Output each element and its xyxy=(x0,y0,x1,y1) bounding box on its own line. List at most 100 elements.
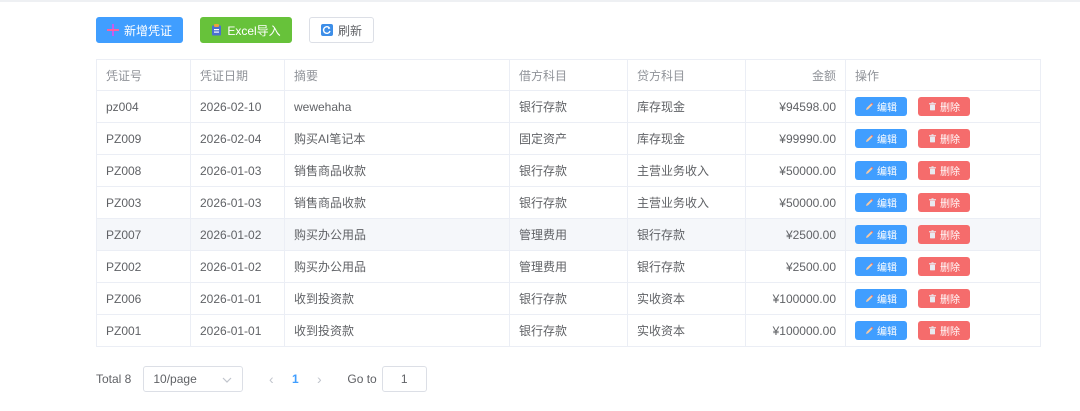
edit-label: 编辑 xyxy=(877,167,897,178)
header-date[interactable]: 凭证日期 xyxy=(190,59,285,91)
header-voucher-no[interactable]: 凭证号 xyxy=(96,59,191,91)
add-voucher-button[interactable]: 新增凭证 xyxy=(96,17,183,43)
cell-date: 2026-01-03 xyxy=(190,154,285,187)
cell-debit-account: 银行存款 xyxy=(509,90,628,123)
excel-import-button[interactable]: Excel导入 xyxy=(200,17,292,43)
cell-voucher-no: pz004 xyxy=(96,90,191,123)
cell-amount: ¥50000.00 xyxy=(745,154,846,187)
cell-amount: ¥2500.00 xyxy=(745,218,846,251)
cell-voucher-no: PZ006 xyxy=(96,282,191,315)
excel-import-label: Excel导入 xyxy=(227,23,281,38)
delete-button[interactable]: 删除 xyxy=(918,97,970,116)
table-row[interactable]: PZ008 2026-01-03 销售商品收款 银行存款 主营业务收入 ¥50000.00… xyxy=(96,154,1041,187)
delete-button[interactable]: 删除 xyxy=(918,161,970,180)
edit-button[interactable]: 编辑 xyxy=(855,97,907,116)
cell-actions: 编辑 删除 xyxy=(845,218,1041,251)
edit-button[interactable]: 编辑 xyxy=(855,193,907,212)
header-amount[interactable]: 金额 xyxy=(745,59,846,91)
pencil-icon xyxy=(865,262,874,271)
table-row[interactable]: PZ003 2026-01-03 销售商品收款 银行存款 主营业务收入 ¥50000.00… xyxy=(96,186,1041,219)
table-row[interactable]: PZ002 2026-01-02 购买办公用品 管理费用 银行存款 ¥2500.00 编辑 删… xyxy=(96,250,1041,283)
plus-icon xyxy=(106,24,119,36)
top-divider xyxy=(0,0,1080,2)
edit-button[interactable]: 编辑 xyxy=(855,161,907,180)
delete-label: 删除 xyxy=(940,199,960,210)
cell-date: 2026-02-10 xyxy=(190,90,285,123)
edit-button[interactable]: 编辑 xyxy=(855,321,907,340)
row-actions: 编辑 删除 xyxy=(855,257,1031,276)
cell-voucher-no: PZ002 xyxy=(96,250,191,283)
prev-page-icon[interactable]: ‹ xyxy=(261,371,281,387)
goto-label: Go to xyxy=(347,372,377,386)
cell-voucher-no: PZ008 xyxy=(96,154,191,187)
page-size-select[interactable]: 10/page xyxy=(143,366,244,392)
delete-button[interactable]: 删除 xyxy=(918,193,970,212)
edit-label: 编辑 xyxy=(877,135,897,146)
cell-actions: 编辑 删除 xyxy=(845,122,1041,155)
cell-credit-account: 库存现金 xyxy=(627,90,746,123)
delete-label: 删除 xyxy=(940,327,960,338)
trash-icon xyxy=(928,326,937,335)
cell-amount: ¥2500.00 xyxy=(745,250,846,283)
delete-button[interactable]: 删除 xyxy=(918,257,970,276)
edit-button[interactable]: 编辑 xyxy=(855,257,907,276)
header-summary[interactable]: 摘要 xyxy=(284,59,510,91)
cell-amount: ¥100000.00 xyxy=(745,282,846,315)
header-credit-account[interactable]: 贷方科目 xyxy=(627,59,746,91)
header-actions: 操作 xyxy=(845,59,1041,91)
cell-voucher-no: PZ009 xyxy=(96,122,191,155)
edit-button[interactable]: 编辑 xyxy=(855,129,907,148)
delete-label: 删除 xyxy=(940,295,960,306)
goto-page-input[interactable] xyxy=(381,366,427,392)
next-page-icon[interactable]: › xyxy=(309,371,329,387)
cell-debit-account: 银行存款 xyxy=(509,154,628,187)
header-debit-account[interactable]: 借方科目 xyxy=(509,59,628,91)
trash-icon xyxy=(928,198,937,207)
delete-button[interactable]: 删除 xyxy=(918,225,970,244)
page-number-current[interactable]: 1 xyxy=(283,372,307,386)
table-row[interactable]: PZ001 2026-01-01 收到投资款 银行存款 实收资本 ¥100000.00 编辑… xyxy=(96,314,1041,347)
edit-label: 编辑 xyxy=(877,263,897,274)
cell-credit-account: 实收资本 xyxy=(627,314,746,347)
delete-label: 删除 xyxy=(940,103,960,114)
edit-button[interactable]: 编辑 xyxy=(855,289,907,308)
row-actions: 编辑 删除 xyxy=(855,97,1031,116)
cell-summary: 收到投资款 xyxy=(284,314,510,347)
pencil-icon xyxy=(865,198,874,207)
cell-date: 2026-01-03 xyxy=(190,186,285,219)
toolbar: 新增凭证 Excel导入 刷新 xyxy=(96,17,374,43)
table-row[interactable]: PZ009 2026-02-04 购买AI笔记本 固定资产 库存现金 ¥99990.00 编… xyxy=(96,122,1041,155)
table-row[interactable]: pz004 2026-02-10 wewehaha 银行存款 库存现金 ¥94598.00… xyxy=(96,90,1041,123)
row-actions: 编辑 删除 xyxy=(855,225,1031,244)
table-row[interactable]: PZ007 2026-01-02 购买办公用品 管理费用 银行存款 ¥2500.00 编辑 删… xyxy=(96,218,1041,251)
delete-label: 删除 xyxy=(940,231,960,242)
delete-button[interactable]: 删除 xyxy=(918,289,970,308)
cell-credit-account: 银行存款 xyxy=(627,218,746,251)
pagination: Total 8 10/page ‹ 1 › Go to xyxy=(96,366,427,392)
cell-summary: 购买办公用品 xyxy=(284,250,510,283)
edit-label: 编辑 xyxy=(877,103,897,114)
delete-button[interactable]: 删除 xyxy=(918,129,970,148)
delete-button[interactable]: 删除 xyxy=(918,321,970,340)
cell-actions: 编辑 删除 xyxy=(845,90,1041,123)
refresh-button[interactable]: 刷新 xyxy=(309,17,374,43)
cell-debit-account: 银行存款 xyxy=(509,314,628,347)
cell-debit-account: 银行存款 xyxy=(509,186,628,219)
voucher-table: 凭证号 凭证日期 摘要 借方科目 贷方科目 金额 操作 pz004 2026-02… xyxy=(96,59,1041,347)
cell-debit-account: 管理费用 xyxy=(509,218,628,251)
refresh-label: 刷新 xyxy=(337,23,362,38)
cell-credit-account: 主营业务收入 xyxy=(627,154,746,187)
table-row[interactable]: PZ006 2026-01-01 收到投资款 银行存款 实收资本 ¥100000.00 编辑… xyxy=(96,282,1041,315)
cell-amount: ¥100000.00 xyxy=(745,314,846,347)
row-actions: 编辑 删除 xyxy=(855,193,1031,212)
table-header-row: 凭证号 凭证日期 摘要 借方科目 贷方科目 金额 操作 xyxy=(96,59,1041,91)
add-voucher-label: 新增凭证 xyxy=(123,23,172,38)
edit-label: 编辑 xyxy=(877,199,897,210)
cell-date: 2026-01-01 xyxy=(190,314,285,347)
pencil-icon xyxy=(865,230,874,239)
row-actions: 编辑 删除 xyxy=(855,321,1031,340)
edit-button[interactable]: 编辑 xyxy=(855,225,907,244)
pencil-icon xyxy=(865,326,874,335)
cell-actions: 编辑 删除 xyxy=(845,154,1041,187)
cell-actions: 编辑 删除 xyxy=(845,282,1041,315)
